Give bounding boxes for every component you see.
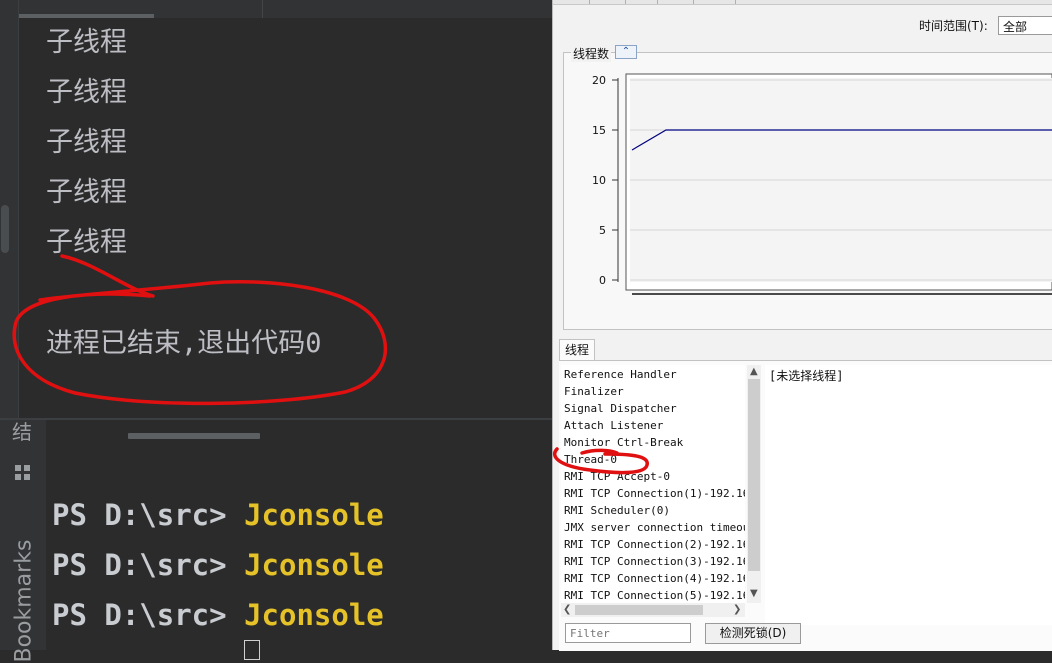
structure-icon[interactable] — [13, 463, 33, 483]
thread-detail-pane: [未选择线程] — [765, 365, 1052, 625]
terminal-line: PS D:\src> Jconsole — [52, 547, 384, 583]
thread-list-item[interactable]: Finalizer — [564, 384, 624, 400]
scroll-up-icon[interactable]: ▲ — [750, 367, 758, 377]
y-tick-label: 0 — [599, 274, 606, 287]
jconsole-tab-strip — [553, 0, 1052, 5]
structure-tool-button[interactable]: 结 — [12, 416, 40, 445]
time-range-label: 时间范围(T): — [919, 19, 988, 33]
terminal-prompt: PS D:\src> — [52, 498, 245, 532]
thread-count-chart: 20 15 10 5 0 — [592, 73, 1052, 295]
tab-divider — [657, 0, 658, 4]
terminal-line: PS D:\src> Jconsole — [52, 597, 384, 633]
tab-divider — [589, 0, 590, 4]
console-output-line: 子线程 — [46, 127, 127, 158]
y-tick-label: 15 — [592, 124, 606, 137]
bookmarks-tool-button[interactable]: Bookmarks — [12, 523, 37, 663]
tab-divider — [625, 0, 626, 4]
thread-list-vscrollbar[interactable]: ▲ ▼ — [747, 365, 761, 603]
process-exit-message: 进程已结束,退出代码0 — [46, 328, 322, 359]
double-chevron-up-icon: ⌃ — [621, 46, 631, 57]
terminal-command: Jconsole — [244, 498, 384, 532]
thread-list-item[interactable]: RMI TCP Connection(3)-192.168. — [564, 554, 745, 570]
terminal-prompt: PS D:\src> — [52, 598, 245, 632]
detect-deadlock-button[interactable]: 检测死锁(D) — [705, 623, 801, 644]
thread-list-item[interactable]: RMI TCP Connection(4)-192.168. — [564, 571, 745, 587]
thread-list-item[interactable]: Signal Dispatcher — [564, 401, 677, 417]
thread-list-item[interactable]: RMI TCP Accept-0 — [564, 469, 670, 485]
thread-list-item[interactable]: Thread-0 — [564, 452, 617, 468]
vscroll-thumb[interactable] — [748, 379, 760, 571]
console-gutter — [0, 0, 19, 420]
terminal-splitter[interactable] — [0, 418, 552, 420]
thread-detail-text: [未选择线程] — [769, 369, 844, 383]
thread-filter-input[interactable] — [565, 623, 691, 643]
ide-toolbar-strip — [0, 0, 552, 18]
tab-divider — [693, 0, 694, 4]
scroll-down-icon[interactable]: ▼ — [750, 589, 758, 599]
collapse-chart-button[interactable]: ⌃ — [615, 45, 637, 59]
console-output-line: 子线程 — [46, 27, 127, 58]
thread-list-item[interactable]: Reference Handler — [564, 367, 677, 383]
thread-list-item[interactable]: Attach Listener — [564, 418, 663, 434]
terminal-drag-handle[interactable] — [128, 433, 260, 439]
y-tick-label: 5 — [599, 224, 606, 237]
thread-list-item[interactable]: RMI Scheduler(0) — [564, 503, 670, 519]
terminal-cursor — [244, 640, 260, 660]
tab-threads[interactable]: 线程 — [559, 339, 595, 361]
active-tab-underline — [0, 14, 154, 18]
hscroll-thumb[interactable] — [575, 605, 703, 615]
thread-list-hscrollbar[interactable]: ❮ ❯ — [561, 603, 745, 617]
terminal-prompt: PS D:\src> — [52, 548, 245, 582]
scroll-left-icon[interactable]: ❮ — [563, 605, 571, 615]
chart-title: 线程数 — [571, 45, 612, 62]
threads-content: Reference Handler Finalizer Signal Dispa… — [559, 360, 1052, 651]
thread-list-item[interactable]: RMI TCP Connection(2)-192.168. — [564, 537, 745, 553]
ide-console-panel: 子线程 子线程 子线程 子线程 子线程 进程已结束,退出代码0 结 Bookma… — [0, 0, 552, 663]
thread-list-item[interactable]: JMX server connection timeout — [564, 520, 745, 536]
thread-list-item[interactable]: RMI TCP Connection(1)-192.168. — [564, 486, 745, 502]
scroll-right-icon[interactable]: ❯ — [733, 605, 741, 615]
y-tick-label: 20 — [592, 74, 606, 87]
time-range-select[interactable]: 全部 — [998, 16, 1052, 35]
time-range-value: 全部 — [1003, 20, 1028, 34]
console-scroll-thumb[interactable] — [1, 205, 9, 253]
thread-list[interactable]: Reference Handler Finalizer Signal Dispa… — [561, 365, 745, 603]
tab-separator — [262, 0, 263, 18]
terminal-line: PS D:\src> Jconsole — [52, 497, 384, 533]
console-output-line: 子线程 — [46, 77, 127, 108]
console-output-line: 子线程 — [46, 177, 127, 208]
thread-list-item[interactable]: RMI TCP Connection(5)-192.168. — [564, 588, 745, 603]
terminal-command: Jconsole — [244, 548, 384, 582]
terminal-command: Jconsole — [244, 598, 384, 632]
tab-divider — [735, 0, 736, 4]
console-output-line: 子线程 — [46, 227, 127, 258]
thread-list-item[interactable]: Monitor Ctrl-Break — [564, 435, 683, 451]
y-tick-label: 10 — [592, 174, 606, 187]
